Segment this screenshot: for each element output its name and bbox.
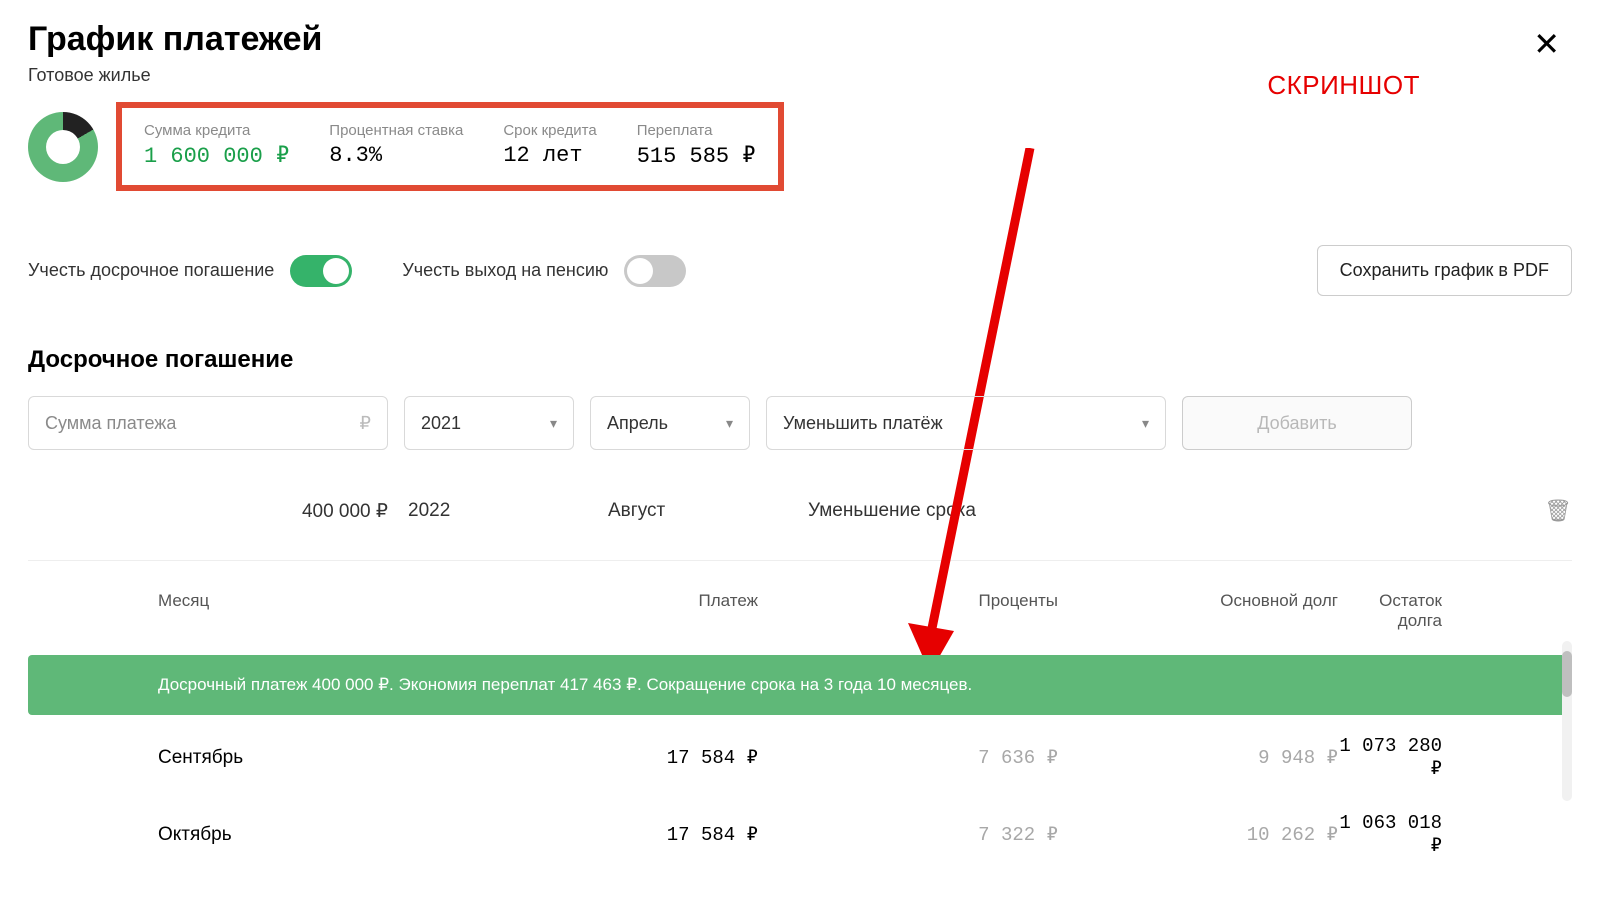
month-value: Апрель [607, 413, 668, 434]
row-payment: 17 584 ₽ [438, 746, 758, 769]
row-interest: 7 636 ₽ [758, 746, 1058, 769]
col-balance: Остаток долга [1338, 591, 1442, 631]
overpay-label: Переплата [637, 122, 756, 139]
col-interest: Проценты [758, 591, 1058, 631]
chevron-down-icon: ▾ [1142, 415, 1149, 432]
overpay-value: 515 585 ₽ [637, 143, 756, 169]
saved-month: Август [608, 500, 808, 522]
row-month: Сентябрь [158, 747, 438, 769]
ruble-icon: ₽ [360, 413, 371, 434]
toggle-retire-label: Учесть выход на пенсию [402, 260, 608, 281]
action-select[interactable]: Уменьшить платёж ▾ [766, 396, 1166, 450]
summary-box: Сумма кредита 1 600 000 ₽ Процентная ста… [116, 102, 784, 191]
year-value: 2021 [421, 413, 461, 434]
trash-icon[interactable]: 🗑 [1544, 498, 1572, 524]
action-value: Уменьшить платёж [783, 413, 943, 434]
table-row: Октябрь 17 584 ₽ 7 322 ₽ 10 262 ₽ 1 063 … [28, 796, 1572, 873]
page-title: График платежей [28, 20, 1572, 59]
close-icon[interactable]: ✕ [1533, 28, 1560, 60]
term-value: 12 лет [503, 143, 596, 168]
row-interest: 7 322 ₽ [758, 823, 1058, 846]
toggle-retirement[interactable] [624, 255, 686, 287]
row-principal: 9 948 ₽ [1058, 746, 1338, 769]
rate-label: Процентная ставка [329, 122, 463, 139]
row-balance: 1 063 018 ₽ [1338, 812, 1442, 857]
chevron-down-icon: ▾ [726, 415, 733, 432]
loan-amount-value: 1 600 000 ₽ [144, 143, 289, 169]
table-header: Месяц Платеж Проценты Основной долг Оста… [28, 561, 1572, 655]
save-pdf-button[interactable]: Сохранить график в PDF [1317, 245, 1572, 296]
col-principal: Основной долг [1058, 591, 1338, 631]
annotation-label: СКРИНШОТ [1267, 70, 1420, 101]
chevron-down-icon: ▾ [550, 415, 557, 432]
loan-amount-label: Сумма кредита [144, 122, 289, 139]
saved-prepayment-row: 400 000 ₽ 2022 Август Уменьшение срока 🗑 [28, 490, 1572, 561]
col-month: Месяц [158, 591, 438, 631]
row-month: Октябрь [158, 824, 438, 846]
row-balance: 1 073 280 ₽ [1338, 735, 1442, 780]
term-label: Срок кредита [503, 122, 596, 139]
saved-amount: 400 000 ₽ [28, 500, 408, 523]
row-principal: 10 262 ₽ [1058, 823, 1338, 846]
early-repayment-title: Досрочное погашение [28, 346, 1572, 374]
year-select[interactable]: 2021 ▾ [404, 396, 574, 450]
month-select[interactable]: Апрель ▾ [590, 396, 750, 450]
add-button[interactable]: Добавить [1182, 396, 1412, 450]
payment-amount-input[interactable]: Сумма платежа ₽ [28, 396, 388, 450]
early-repayment-banner: Досрочный платеж 400 000 ₽. Экономия пер… [28, 655, 1572, 715]
toggle-early-repayment[interactable] [290, 255, 352, 287]
scrollbar[interactable] [1562, 641, 1572, 801]
row-payment: 17 584 ₽ [438, 823, 758, 846]
saved-year: 2022 [408, 500, 608, 522]
donut-chart-icon [28, 112, 98, 182]
col-payment: Платеж [438, 591, 758, 631]
toggle-early-label: Учесть досрочное погашение [28, 260, 274, 281]
saved-action: Уменьшение срока [808, 500, 1208, 522]
table-row: Сентябрь 17 584 ₽ 7 636 ₽ 9 948 ₽ 1 073 … [28, 719, 1572, 796]
payment-amount-placeholder: Сумма платежа [45, 413, 176, 434]
rate-value: 8.3% [329, 143, 463, 168]
scrollbar-thumb[interactable] [1562, 651, 1572, 697]
